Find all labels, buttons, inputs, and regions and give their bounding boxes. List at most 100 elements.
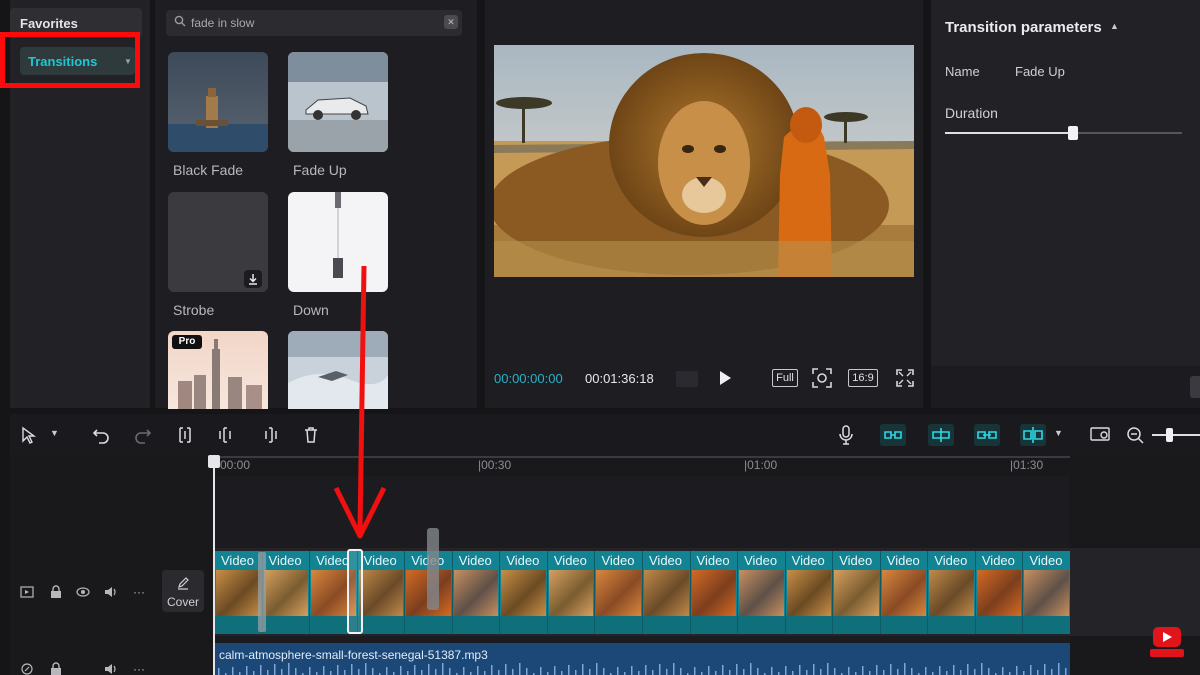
waveform-bar xyxy=(792,671,794,675)
video-clip[interactable]: Video xyxy=(642,551,690,634)
transition-marker[interactable] xyxy=(427,528,439,610)
eye-icon[interactable] xyxy=(76,587,90,597)
video-clip[interactable]: Video xyxy=(546,551,595,634)
video-clip[interactable]: Video xyxy=(927,551,975,634)
lock-icon[interactable] xyxy=(50,662,62,675)
transition-thumb-fade-up[interactable] xyxy=(288,52,388,152)
waveform-bar xyxy=(442,663,444,675)
speaker-icon[interactable] xyxy=(104,586,118,598)
waveform-bar xyxy=(645,665,647,675)
video-clip[interactable]: Video xyxy=(214,551,262,634)
preview-screen-icon[interactable] xyxy=(1090,426,1112,444)
waveform-bar xyxy=(988,668,990,675)
zoom-fit-icon[interactable] xyxy=(812,368,832,388)
split-icon[interactable] xyxy=(176,426,194,444)
waveform-bar xyxy=(449,668,451,675)
download-icon[interactable] xyxy=(244,270,262,288)
fullscreen-icon[interactable] xyxy=(896,369,914,387)
video-clip[interactable]: Video xyxy=(1022,551,1070,634)
aspect-ratio-button[interactable]: 16:9 xyxy=(848,369,878,387)
transition-thumb-city[interactable]: Pro xyxy=(168,331,268,409)
clear-icon[interactable]: ✕ xyxy=(444,15,458,29)
transition-thumb-strobe[interactable] xyxy=(168,192,268,292)
clip-thumbnail xyxy=(834,570,879,616)
waveform-bar xyxy=(512,669,514,675)
waveform-bar xyxy=(953,665,955,675)
video-clip[interactable]: Video xyxy=(451,551,500,634)
transition-marker[interactable] xyxy=(258,552,266,632)
video-clip[interactable]: Video xyxy=(737,551,785,634)
select-cursor-icon[interactable] xyxy=(20,426,38,444)
preview-axis-toggle[interactable] xyxy=(1020,424,1046,446)
search-query[interactable]: fade in slow xyxy=(191,16,254,30)
zoom-slider[interactable] xyxy=(1152,434,1200,436)
waveform-bar xyxy=(337,665,339,675)
video-clip[interactable]: Video xyxy=(499,551,547,634)
video-clip[interactable]: Video xyxy=(356,551,405,634)
waveform-bar xyxy=(666,669,668,675)
duration-slider-handle[interactable] xyxy=(1067,126,1078,140)
waveform-bar xyxy=(939,666,941,675)
car-image xyxy=(288,52,388,152)
clip-footer xyxy=(643,616,690,634)
video-clip[interactable]: Video xyxy=(261,551,310,634)
clip-thumbnail xyxy=(786,570,832,616)
linkage-toggle[interactable] xyxy=(974,424,1000,446)
selected-transition[interactable] xyxy=(347,549,363,634)
video-clip[interactable]: Video xyxy=(689,551,738,634)
magnet-icon xyxy=(884,431,902,439)
waveform-bar xyxy=(232,667,234,675)
video-clip[interactable]: Video xyxy=(974,551,1023,634)
undo-icon[interactable] xyxy=(92,426,110,444)
video-clip[interactable]: Video xyxy=(784,551,833,634)
transition-label: Fade Up xyxy=(293,162,347,178)
zoom-out-icon[interactable] xyxy=(1126,426,1144,444)
waveform-bar xyxy=(673,663,675,675)
subscribe-badge-icon xyxy=(1150,627,1184,657)
duration-label: Duration xyxy=(945,105,998,121)
preview-video[interactable] xyxy=(494,45,914,277)
waveform-bar xyxy=(540,667,542,675)
clip-label: Video xyxy=(363,553,397,568)
delete-icon[interactable] xyxy=(302,426,320,444)
microphone-icon[interactable] xyxy=(838,425,854,445)
trim-left-icon[interactable] xyxy=(218,426,236,444)
more-icon[interactable]: ··· xyxy=(133,662,145,675)
main-track-magnet-toggle[interactable] xyxy=(880,424,906,446)
play-icon[interactable] xyxy=(718,370,732,386)
chevron-down-icon[interactable]: ▼ xyxy=(50,428,59,438)
waveform-bar xyxy=(1044,664,1046,675)
clip-label: Video xyxy=(316,553,350,568)
more-icon[interactable]: ··· xyxy=(133,585,145,599)
zoom-slider-handle[interactable] xyxy=(1166,428,1173,442)
timecode-toggle[interactable] xyxy=(676,371,698,387)
playhead-handle[interactable] xyxy=(208,455,220,468)
waveform-bar xyxy=(428,664,430,675)
playhead[interactable] xyxy=(213,462,215,675)
waveform-bar xyxy=(617,667,619,675)
waveform-bar xyxy=(771,667,773,675)
trim-right-icon[interactable] xyxy=(260,426,278,444)
auto-snap-toggle[interactable] xyxy=(928,424,954,446)
pro-badge: Pro xyxy=(172,335,202,349)
waveform-bar xyxy=(498,670,500,675)
waveform-bar xyxy=(806,670,808,675)
speaker-icon[interactable] xyxy=(104,663,118,675)
video-clip[interactable]: Video xyxy=(832,551,880,634)
lock-icon[interactable] xyxy=(50,585,62,599)
full-quality-button[interactable]: Full xyxy=(772,369,798,387)
video-clip[interactable]: Video xyxy=(879,551,928,634)
caret-up-icon[interactable]: ▲ xyxy=(1110,21,1119,31)
waveform-bar xyxy=(694,667,696,675)
redo-icon[interactable] xyxy=(134,426,152,444)
panel-scroll-handle[interactable] xyxy=(1190,376,1200,398)
transition-thumb-black-fade[interactable] xyxy=(168,52,268,152)
clip-thumbnail xyxy=(216,570,261,616)
clip-label: Video xyxy=(886,553,920,568)
clip-label: Video xyxy=(221,553,255,568)
chevron-down-icon[interactable]: ▼ xyxy=(1054,428,1063,438)
waveform-bar xyxy=(1051,669,1053,675)
clip-label: Video xyxy=(553,553,587,568)
video-clip[interactable]: Video xyxy=(594,551,642,634)
waveform-bar xyxy=(421,670,423,675)
